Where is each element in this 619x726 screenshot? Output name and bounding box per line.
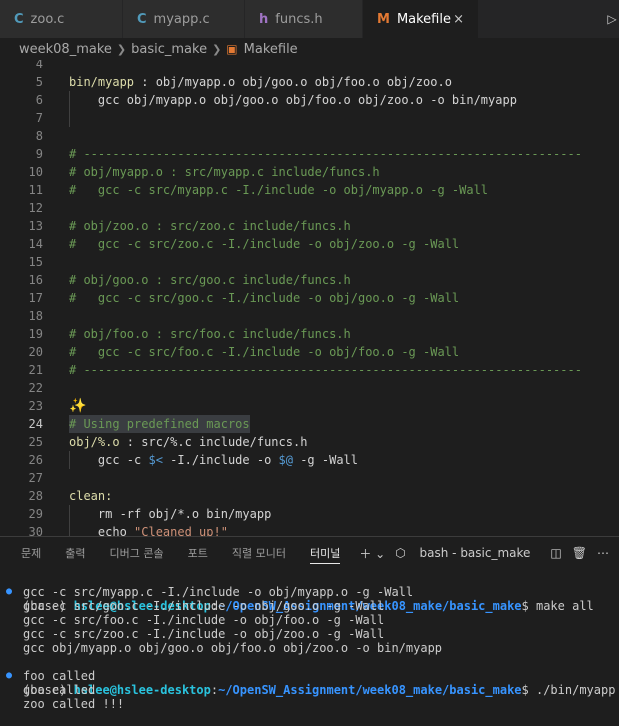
makefile-icon: ▣	[226, 42, 238, 56]
terminal-icon: ⬡	[395, 546, 406, 560]
add-terminal-icon[interactable]: ＋ ⌄	[359, 545, 385, 562]
code-line: # --------------------------------------…	[69, 363, 582, 377]
line-number: 23	[28, 399, 43, 413]
line-number: 19	[28, 327, 43, 341]
line-number: 21	[28, 363, 43, 377]
tab-terminal[interactable]: 터미널	[309, 537, 341, 569]
line-number: 14	[28, 237, 43, 251]
code-line: # gcc -c src/zoo.c -I./include -o obj/zo…	[69, 237, 460, 251]
tab-serial-monitor[interactable]: 직렬 모니터	[232, 537, 286, 569]
tab-debug-console[interactable]: 디버그 콘솔	[110, 537, 164, 569]
code-line: # obj/myapp.o : src/myapp.c include/func…	[69, 165, 380, 179]
line-number: 11	[28, 183, 43, 197]
tab-label: Makefile	[396, 11, 451, 27]
line-number: 20	[28, 345, 43, 359]
tab-zoo-c[interactable]: C zoo.c	[0, 0, 123, 38]
line-number: 16	[28, 273, 43, 287]
tab-output[interactable]: 출력	[65, 537, 85, 569]
line-number: 13	[28, 219, 43, 233]
header-file-icon: h	[259, 11, 269, 27]
code-editor[interactable]: 4 5 bin/myapp : obj/myapp.o obj/goo.o obj…	[0, 60, 619, 536]
run-icon[interactable]: ▷	[605, 0, 619, 38]
breadcrumb-item[interactable]: basic_make	[131, 42, 207, 57]
line-number: 6	[35, 93, 43, 107]
code-line: # gcc -c src/goo.c -I./include -o obj/go…	[69, 291, 460, 305]
command-decoration-icon[interactable]: ●	[6, 585, 12, 599]
sparkle-icon[interactable]: ✨	[69, 397, 86, 415]
line-number: 4	[35, 60, 43, 71]
code-line: bin/myapp : obj/myapp.o obj/goo.o obj/fo…	[69, 75, 452, 89]
makefile-icon: M	[377, 11, 390, 27]
line-number: 22	[28, 381, 43, 395]
line-number: 26	[28, 453, 43, 467]
line-number: 15	[28, 255, 43, 269]
editor-tab-bar: C zoo.c C myapp.c h funcs.h M Makefile ×…	[0, 0, 619, 38]
code-line: clean:	[69, 489, 113, 503]
code-line: rm -rf obj/*.o bin/myapp	[69, 507, 272, 521]
code-line: # gcc -c src/foo.c -I./include -o obj/fo…	[69, 345, 460, 359]
line-number: 9	[35, 147, 43, 161]
line-number: 24	[28, 417, 43, 431]
tab-funcs-h[interactable]: h funcs.h	[245, 0, 363, 38]
line-number: 30	[28, 525, 43, 536]
line-number: 7	[35, 111, 43, 125]
line-number: 28	[28, 489, 43, 503]
terminal-line: ○ (base) hslee@hslee-desktop:~/OpenSW_As…	[0, 711, 43, 725]
line-number: 17	[28, 291, 43, 305]
line-number: 18	[28, 309, 43, 323]
terminal-selector[interactable]: ⬡ bash - basic_make	[395, 546, 540, 560]
code-line: gcc obj/myapp.o obj/goo.o obj/foo.o obj/…	[69, 93, 517, 107]
panel-actions: ＋ ⌄ ⬡ bash - basic_make ◫ 🗑 ⋯	[359, 537, 619, 569]
code-line: # obj/zoo.o : src/zoo.c include/funcs.h	[69, 219, 351, 233]
code-line: # obj/foo.o : src/foo.c include/funcs.h	[69, 327, 351, 341]
breadcrumb-item[interactable]: week08_make	[19, 42, 112, 57]
code-line: # gcc -c src/myapp.c -I./include -o obj/…	[69, 183, 489, 197]
code-line: # --------------------------------------…	[69, 147, 582, 161]
line-number: 25	[28, 435, 43, 449]
tab-myapp-c[interactable]: C myapp.c	[123, 0, 245, 38]
breadcrumb: week08_make ❯ basic_make ❯ ▣ Makefile	[0, 38, 619, 60]
c-file-icon: C	[14, 11, 24, 27]
terminal-line: ● (base) hslee@hslee-desktop:~/OpenSW_As…	[6, 586, 594, 613]
line-number: 5	[35, 75, 43, 89]
close-icon[interactable]: ×	[453, 12, 464, 27]
split-terminal-icon[interactable]: ◫	[550, 546, 561, 560]
line-number: 12	[28, 201, 43, 215]
line-number: 10	[28, 165, 43, 179]
breadcrumb-item[interactable]: Makefile	[244, 42, 298, 57]
tab-problems[interactable]: 문제	[21, 537, 41, 569]
tab-ports[interactable]: 포트	[188, 537, 208, 569]
code-line: # obj/goo.o : src/goo.c include/funcs.h	[69, 273, 351, 287]
chevron-right-icon: ❯	[212, 42, 222, 56]
code-line: gcc -c $< -I./include -o $@ -g -Wall	[69, 453, 359, 467]
code-line: echo "Cleaned up!"	[69, 525, 228, 536]
line-number: 27	[28, 471, 43, 485]
tab-label: zoo.c	[30, 11, 65, 27]
chevron-right-icon: ❯	[116, 42, 127, 56]
command-decoration-icon[interactable]: ●	[6, 669, 12, 683]
bottom-panel: 문제 출력 디버그 콘솔 포트 직렬 모니터 터미널 ＋ ⌄ ⬡ bash - …	[0, 536, 619, 726]
code-line: obj/%.o : src/%.c include/funcs.h	[69, 435, 308, 449]
terminal-output[interactable]: ● (base) hslee@hslee-desktop:~/OpenSW_As…	[0, 570, 619, 726]
line-number: 29	[28, 507, 43, 521]
trash-icon[interactable]: 🗑	[572, 546, 587, 560]
terminal-line: ● (base) hslee@hslee-desktop:~/OpenSW_As…	[6, 670, 616, 697]
c-file-icon: C	[137, 11, 147, 27]
line-number: 8	[35, 129, 43, 143]
more-icon[interactable]: ⋯	[597, 546, 609, 560]
tab-label: myapp.c	[153, 11, 210, 27]
tab-label: funcs.h	[275, 11, 323, 27]
tab-makefile[interactable]: M Makefile ×	[363, 0, 479, 38]
code-line: # Using predefined macros	[69, 415, 250, 433]
